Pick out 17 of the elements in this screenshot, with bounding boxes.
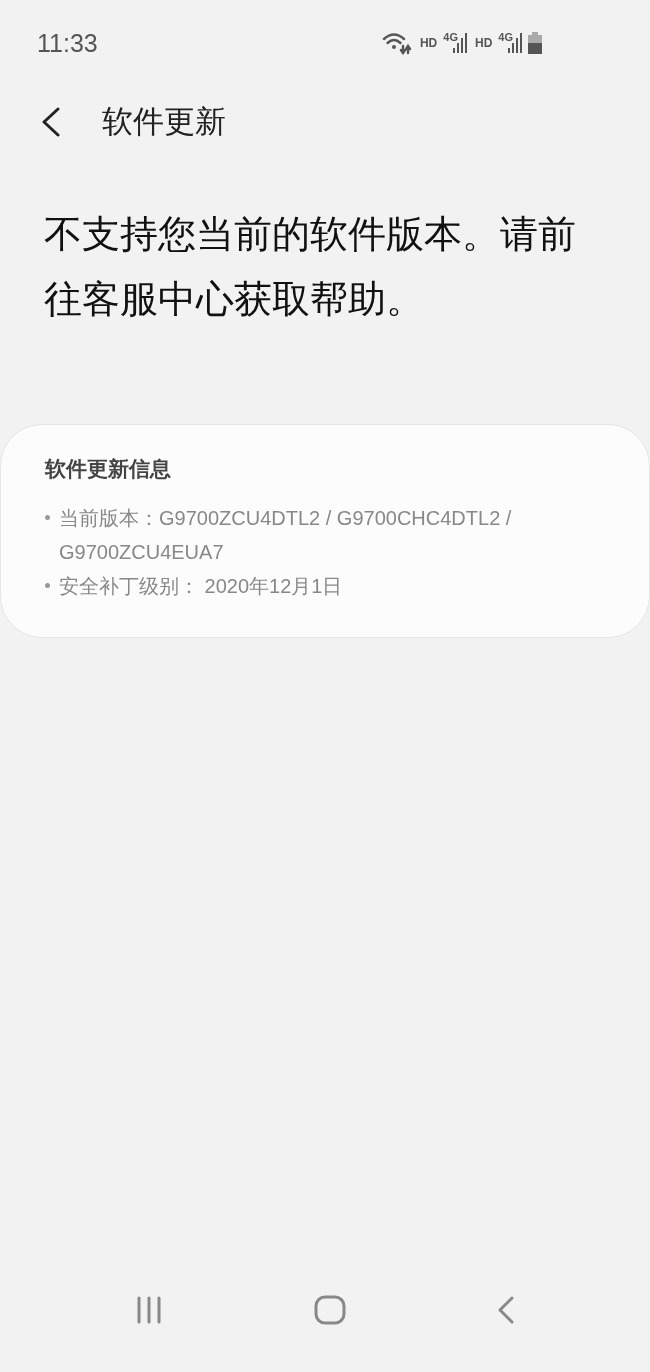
- info-text: 安全补丁级别： 2020年12月1日: [59, 574, 343, 599]
- page-title: 软件更新: [102, 103, 226, 141]
- network-label: HD: [419, 36, 438, 50]
- bullet-icon: [45, 583, 50, 588]
- battery-icon: [528, 32, 542, 54]
- home-icon[interactable]: [314, 1295, 346, 1325]
- back-icon[interactable]: [40, 107, 62, 137]
- network-label: 4G: [443, 31, 458, 43]
- bullet-icon: [45, 515, 50, 520]
- error-message: 不支持您当前的软件版本。请前往客服中心获取帮助。: [44, 212, 577, 322]
- status-time: 11:33: [37, 28, 98, 58]
- network-label: 4G: [498, 31, 513, 43]
- card-title: 软件更新信息: [45, 456, 172, 482]
- wifi-icon: [381, 31, 412, 55]
- network-label: HD: [474, 36, 493, 50]
- info-text: 当前版本：G9700ZCU4DTL2 / G9700CHC4DTL2 / G9700ZCU4EUA7: [59, 506, 513, 565]
- recent-apps-icon[interactable]: [135, 1296, 164, 1324]
